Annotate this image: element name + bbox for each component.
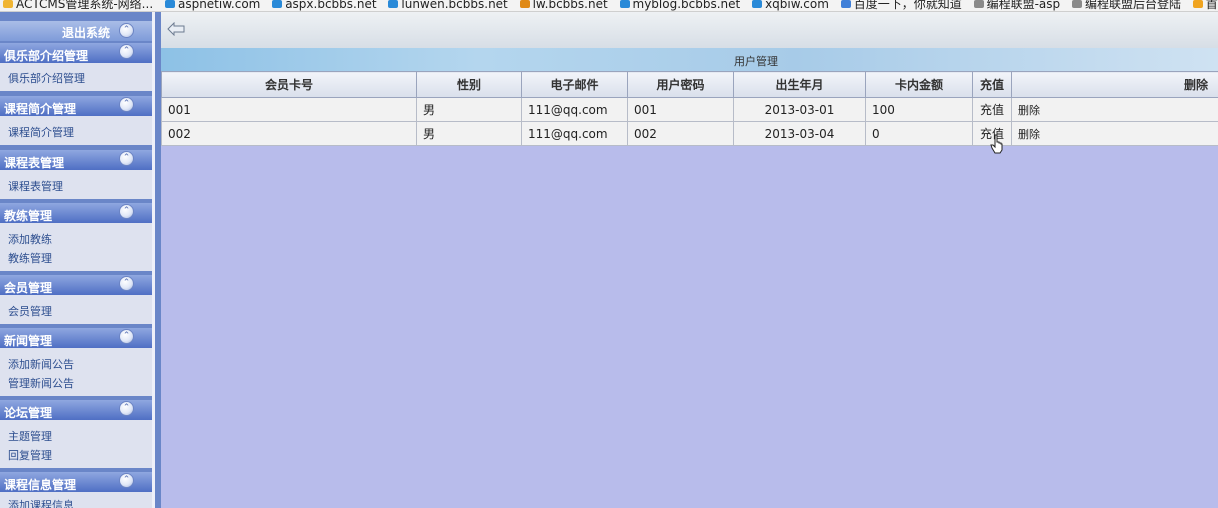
sidebar-item-manage-news[interactable]: 管理新闻公告 (8, 375, 74, 391)
sidebar: 退出系统 ⌃ 俱乐部介绍管理 ⌃ 俱乐部介绍管理 课程简介管理 ⌃ 课程简介管理… (0, 12, 161, 508)
column-header: 卡内金额 (865, 71, 973, 98)
bookmark-baidu[interactable]: 百度一下，你就知道 (838, 0, 967, 11)
sidebar-group-body: 添加新闻公告 管理新闻公告 (0, 348, 152, 396)
sidebar-group-schedule[interactable]: 课程表管理 ⌃ (0, 150, 152, 170)
column-header: 会员卡号 (161, 71, 417, 98)
quit-system-button[interactable]: 退出系统 ⌃ (0, 21, 152, 41)
user-table: 会员卡号 性别 电子邮件 用户密码 出生年月 卡内金额 充值 删除 001 男 … (161, 71, 1218, 146)
sidebar-item-add-news[interactable]: 添加新闻公告 (8, 356, 74, 372)
sidebar-group-title: 课程表管理 (4, 156, 65, 170)
chevron-up-icon[interactable]: ⌃ (119, 401, 134, 416)
table-row: 001 男 111@qq.com 001 2013-03-01 100 充值 删… (161, 97, 1218, 122)
sidebar-group-title: 教练管理 (4, 209, 53, 223)
bookmark-xqbiw[interactable]: xqbiw.com (749, 0, 834, 11)
sidebar-item-club-intro[interactable]: 俱乐部介绍管理 (8, 70, 85, 86)
sidebar-group-member[interactable]: 会员管理 ⌃ (0, 275, 152, 295)
balance-cell: 0 (865, 121, 973, 146)
panel-title-bar: 用户管理 (161, 48, 1218, 71)
quit-system-label: 退出系统 (62, 26, 111, 40)
email-cell: 111@qq.com (521, 97, 628, 122)
bookmark-aspnetiw[interactable]: aspnetiw.com (162, 0, 265, 11)
sidebar-group-course-info[interactable]: 课程信息管理 ⌃ (0, 472, 152, 492)
sidebar-item-member-manage[interactable]: 会员管理 (8, 303, 52, 319)
sidebar-item-topics[interactable]: 主题管理 (8, 428, 52, 444)
column-header: 性别 (416, 71, 522, 98)
chevron-up-icon[interactable]: ⌃ (119, 473, 134, 488)
bookmark-bclm-asp[interactable]: 编程联盟-asp (971, 0, 1066, 11)
sidebar-group-title: 课程简介管理 (4, 102, 77, 116)
delete-cell: 删除 (1011, 121, 1218, 146)
delete-link[interactable]: 删除 (1018, 104, 1040, 117)
main-toolbar (161, 12, 1218, 48)
bookmark-lunwen-bcbbs[interactable]: lunwen.bcbbs.net (385, 0, 512, 11)
table-row: 002 男 111@qq.com 002 2013-03-04 0 充值 删除 (161, 121, 1218, 146)
chevron-up-icon[interactable]: ⌃ (119, 329, 134, 344)
sidebar-group-title: 课程信息管理 (4, 478, 77, 492)
collapse-icon: ⌃ (119, 23, 134, 38)
email-cell: 111@qq.com (521, 121, 628, 146)
bookmark-lw-bcbbs[interactable]: lw.bcbbs.net (517, 0, 613, 11)
birth-date-cell: 2013-03-04 (733, 121, 866, 146)
sidebar-group-title: 论坛管理 (4, 406, 53, 420)
delete-link[interactable]: 删除 (1018, 128, 1040, 141)
sidebar-group-title: 俱乐部介绍管理 (4, 49, 89, 63)
sidebar-group-news[interactable]: 新闻管理 ⌃ (0, 328, 152, 348)
column-header: 电子邮件 (521, 71, 628, 98)
sidebar-group-title: 会员管理 (4, 281, 53, 295)
chevron-up-icon[interactable]: ⌃ (119, 151, 134, 166)
gender-cell: 男 (416, 97, 522, 122)
column-header: 用户密码 (627, 71, 734, 98)
chevron-up-icon[interactable]: ⌃ (119, 44, 134, 59)
delete-cell: 删除 (1011, 97, 1218, 122)
sidebar-group-body: 会员管理 (0, 295, 152, 324)
recharge-link[interactable]: 充值 (980, 103, 1004, 117)
sidebar-item-course-intro[interactable]: 课程简介管理 (8, 124, 74, 140)
table-header-row: 会员卡号 性别 电子邮件 用户密码 出生年月 卡内金额 充值 删除 (161, 71, 1218, 98)
hand-cursor-icon (990, 134, 1003, 154)
sidebar-divider[interactable] (152, 12, 155, 508)
sidebar-item-add-course-info[interactable]: 添加课程信息 (8, 497, 74, 508)
column-header: 充值 (972, 71, 1012, 98)
column-header: 出生年月 (733, 71, 866, 98)
chevron-up-icon[interactable]: ⌃ (119, 204, 134, 219)
sidebar-group-club-intro[interactable]: 俱乐部介绍管理 ⌃ (0, 43, 152, 63)
birth-date-cell: 2013-03-01 (733, 97, 866, 122)
sidebar-group-body: 添加教练 教练管理 (0, 223, 152, 271)
card-number-cell: 001 (161, 97, 417, 122)
sidebar-group-title: 新闻管理 (4, 334, 53, 348)
back-arrow-icon[interactable] (167, 22, 185, 36)
sidebar-item-replies[interactable]: 回复管理 (8, 447, 52, 463)
bookmark-aspx-bcbbs[interactable]: aspx.bcbbs.net (269, 0, 381, 11)
sidebar-group-body: 课程表管理 (0, 170, 152, 199)
bookmark-actcms[interactable]: ACTCMS管理系统-网络... (0, 0, 158, 11)
bookmark-myblog-bcbbs[interactable]: myblog.bcbbs.net (617, 0, 746, 11)
bookmark-home[interactable]: 首页-计 (1190, 0, 1218, 11)
sidebar-group-body: 俱乐部介绍管理 (0, 63, 152, 91)
column-header: 删除 (1011, 71, 1218, 98)
sidebar-item-add-coach[interactable]: 添加教练 (8, 231, 52, 247)
sidebar-group-forum[interactable]: 论坛管理 ⌃ (0, 400, 152, 420)
sidebar-item-schedule[interactable]: 课程表管理 (8, 178, 63, 194)
card-number-cell: 002 (161, 121, 417, 146)
sidebar-group-body: 课程简介管理 (0, 116, 152, 145)
balance-cell: 100 (865, 97, 973, 122)
sidebar-group-course-intro[interactable]: 课程简介管理 ⌃ (0, 96, 152, 116)
chevron-up-icon[interactable]: ⌃ (119, 97, 134, 112)
password-cell: 001 (627, 97, 734, 122)
page-title: 用户管理 (734, 55, 778, 68)
gender-cell: 男 (416, 121, 522, 146)
bookmarks-bar: ACTCMS管理系统-网络... aspnetiw.com aspx.bcbbs… (0, 0, 1218, 12)
recharge-cell: 充值 (972, 97, 1012, 122)
bookmark-bclm-login[interactable]: 编程联盟后台登陆 (1069, 0, 1186, 11)
sidebar-group-body: 主题管理 回复管理 (0, 420, 152, 468)
sidebar-item-coach-manage[interactable]: 教练管理 (8, 250, 52, 266)
chevron-up-icon[interactable]: ⌃ (119, 276, 134, 291)
sidebar-group-body: 添加课程信息 (0, 492, 152, 508)
sidebar-group-coach[interactable]: 教练管理 ⌃ (0, 203, 152, 223)
password-cell: 002 (627, 121, 734, 146)
